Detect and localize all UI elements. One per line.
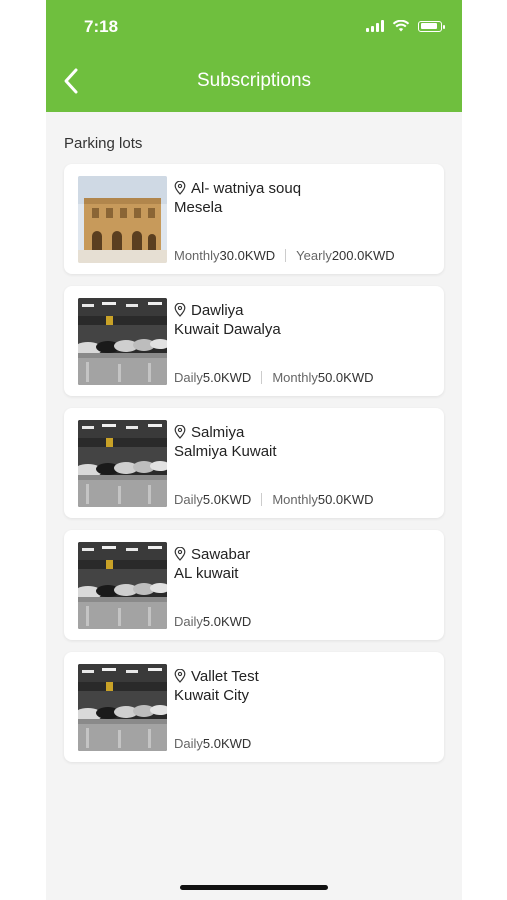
lot-info: Dawliya Kuwait Dawalya — [174, 300, 432, 339]
battery-icon — [418, 20, 445, 32]
price-period-label: Daily — [174, 492, 203, 507]
price-value: 50.0KWD — [317, 492, 374, 507]
parking-lot-card[interactable]: Dawliya Kuwait Dawalya Daily 5.0KWD Monthly… — [64, 286, 444, 396]
price-value: 50.0KWD — [317, 370, 374, 385]
price-period-label: Yearly — [296, 248, 332, 263]
home-indicator[interactable] — [180, 885, 328, 890]
lot-area: AL kuwait — [174, 565, 239, 582]
lot-name-row: Vallet Test — [174, 666, 432, 686]
section-label: Parking lots — [64, 135, 143, 152]
lot-name-row: Sawabar — [174, 544, 432, 564]
status-icons — [366, 20, 445, 32]
lot-prices: Daily 5.0KWD — [174, 736, 251, 751]
parking-lot-photo-garage — [78, 420, 167, 507]
price-value: 5.0KWD — [202, 492, 252, 507]
lot-name: Salmiya — [191, 423, 245, 441]
parking-lot-photo-garage — [78, 298, 167, 385]
lot-name: Dawliya — [191, 301, 244, 319]
price-divider — [261, 493, 263, 506]
lot-info: Al- watniya souq Mesela — [174, 178, 432, 217]
lot-area: Kuwait Dawalya — [174, 321, 281, 338]
price-value: 30.0KWD — [219, 248, 276, 263]
price-value: 5.0KWD — [202, 614, 252, 629]
parking-lot-photo-garage — [78, 664, 167, 751]
header-bar: 7:18 Subscriptions — [46, 0, 462, 112]
lot-prices: Monthly 30.0KWD Yearly 200.0KWD — [174, 248, 395, 263]
parking-lot-photo-garage — [78, 542, 167, 629]
parking-lot-card[interactable]: Sawabar AL kuwait Daily 5.0KWD — [64, 530, 444, 640]
lot-name-row: Salmiya — [174, 422, 432, 442]
price-period-label: Monthly — [174, 248, 220, 263]
price-period-label: Daily — [174, 736, 203, 751]
app-screen: 7:18 Subscriptions Parking lots Al- watn… — [46, 0, 462, 900]
lot-area: Salmiya Kuwait — [174, 443, 277, 460]
location-pin-icon — [174, 547, 186, 561]
lot-name-row: Dawliya — [174, 300, 432, 320]
lot-info: Vallet Test Kuwait City — [174, 666, 432, 705]
parking-lot-card[interactable]: Vallet Test Kuwait City Daily 5.0KWD — [64, 652, 444, 762]
lot-prices: Daily 5.0KWD Monthly 50.0KWD — [174, 370, 373, 385]
price-value: 200.0KWD — [331, 248, 395, 263]
page-title: Subscriptions — [196, 70, 312, 91]
parking-lot-card[interactable]: Al- watniya souq Mesela Monthly 30.0KWD Yea… — [64, 164, 444, 274]
lot-name-row: Al- watniya souq — [174, 178, 432, 198]
price-period-label: Monthly — [272, 370, 318, 385]
location-pin-icon — [174, 303, 186, 317]
price-period-label: Daily — [174, 370, 203, 385]
signal-icon — [366, 20, 384, 32]
lot-prices: Daily 5.0KWD Monthly 50.0KWD — [174, 492, 373, 507]
parking-lot-card[interactable]: Salmiya Salmiya Kuwait Daily 5.0KWD Monthly… — [64, 408, 444, 518]
price-period-label: Daily — [174, 614, 203, 629]
price-value: 5.0KWD — [202, 370, 252, 385]
lot-area: Kuwait City — [174, 687, 250, 704]
lot-prices: Daily 5.0KWD — [174, 614, 251, 629]
lot-name: Sawabar — [191, 545, 251, 563]
price-divider — [285, 249, 287, 262]
lot-area: Mesela — [174, 199, 223, 216]
location-pin-icon — [174, 181, 186, 195]
location-pin-icon — [174, 425, 186, 439]
parking-lot-photo-building — [78, 176, 167, 263]
status-time: 7:18 — [84, 17, 119, 36]
lot-name: Al- watniya souq — [191, 179, 302, 197]
location-pin-icon — [174, 669, 186, 683]
lot-info: Salmiya Salmiya Kuwait — [174, 422, 432, 461]
lot-name: Vallet Test — [191, 667, 259, 685]
lot-info: Sawabar AL kuwait — [174, 544, 432, 583]
price-value: 5.0KWD — [202, 736, 252, 751]
price-period-label: Monthly — [272, 492, 318, 507]
price-divider — [261, 371, 263, 384]
wifi-icon — [392, 20, 410, 32]
